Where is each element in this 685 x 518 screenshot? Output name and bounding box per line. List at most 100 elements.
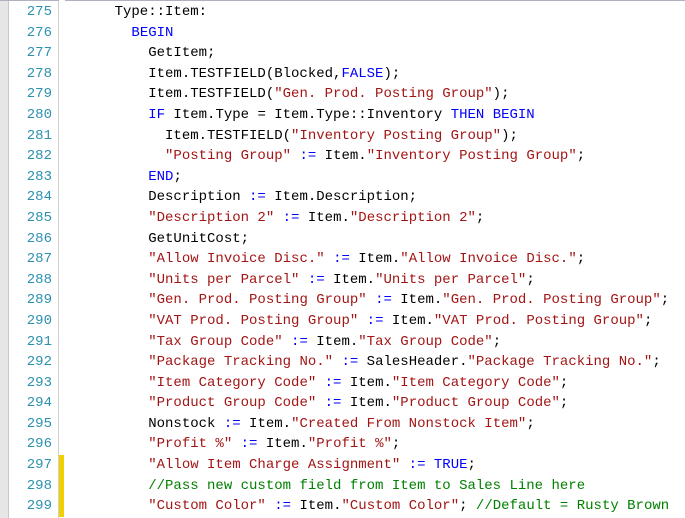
line-number[interactable]: 290 xyxy=(9,311,52,332)
code-line[interactable]: "Gen. Prod. Posting Group" := Item."Gen.… xyxy=(81,290,685,311)
line-number[interactable]: 288 xyxy=(9,270,52,291)
code-token: ; xyxy=(644,313,652,329)
line-number[interactable]: 282 xyxy=(9,146,52,167)
code-token: ; xyxy=(661,292,669,308)
code-line[interactable]: Nonstock := Item."Created From Nonstock … xyxy=(81,414,685,435)
code-token: FALSE xyxy=(341,66,383,82)
code-token xyxy=(283,334,291,350)
line-number[interactable]: 278 xyxy=(9,64,52,85)
line-number[interactable]: 284 xyxy=(9,187,52,208)
code-token: Item. xyxy=(341,375,391,391)
code-token: Item. xyxy=(291,498,341,514)
code-token: GetUnitCost; xyxy=(81,231,249,247)
code-line[interactable]: "VAT Prod. Posting Group" := Item."VAT P… xyxy=(81,311,685,332)
code-token: := xyxy=(241,436,258,452)
code-token: "Custom Color" xyxy=(341,498,459,514)
code-line[interactable]: "Tax Group Code" := Item."Tax Group Code… xyxy=(81,332,685,353)
code-token: ; xyxy=(392,436,400,452)
code-line[interactable]: Item.TESTFIELD("Inventory Posting Group"… xyxy=(81,126,685,147)
line-number[interactable]: 280 xyxy=(9,105,52,126)
code-token: Item. xyxy=(341,395,391,411)
line-number[interactable]: 293 xyxy=(9,373,52,394)
code-token: ; xyxy=(560,375,568,391)
code-line[interactable]: "Description 2" := Item."Description 2"; xyxy=(81,208,685,229)
code-line[interactable]: Type::Item: xyxy=(81,2,685,23)
line-number[interactable]: 287 xyxy=(9,249,52,270)
code-token xyxy=(81,272,148,288)
code-token xyxy=(81,169,148,185)
line-number[interactable]: 299 xyxy=(9,496,52,517)
code-line[interactable]: IF Item.Type = Item.Type::Inventory THEN… xyxy=(81,105,685,126)
code-token xyxy=(81,292,148,308)
code-token: //Pass new custom field from Item to Sal… xyxy=(148,478,585,494)
fold-column[interactable] xyxy=(65,0,79,518)
code-area[interactable]: Type::Item: BEGIN GetItem; Item.TESTFIEL… xyxy=(79,0,685,518)
line-number[interactable]: 292 xyxy=(9,352,52,373)
line-number[interactable]: 298 xyxy=(9,476,52,497)
line-number[interactable]: 283 xyxy=(9,167,52,188)
line-number[interactable]: 296 xyxy=(9,434,52,455)
line-number-gutter[interactable]: 2752762772782792802812822832842852862872… xyxy=(9,0,59,518)
code-line[interactable]: "Posting Group" := Item."Inventory Posti… xyxy=(81,146,685,167)
code-line[interactable]: GetUnitCost; xyxy=(81,229,685,250)
code-editor[interactable]: 2752762772782792802812822832842852862872… xyxy=(0,0,685,518)
code-token: Item. xyxy=(350,251,400,267)
code-token: := xyxy=(409,457,426,473)
line-number[interactable]: 295 xyxy=(9,414,52,435)
code-token: Item.Description; xyxy=(266,189,417,205)
code-token xyxy=(266,498,274,514)
line-number[interactable]: 281 xyxy=(9,126,52,147)
code-line[interactable]: "Custom Color" := Item."Custom Color"; /… xyxy=(81,496,685,517)
code-line[interactable]: "Profit %" := Item."Profit %"; xyxy=(81,434,685,455)
line-number[interactable]: 289 xyxy=(9,290,52,311)
code-line[interactable]: Description := Item.Description; xyxy=(81,187,685,208)
code-token xyxy=(81,354,148,370)
code-token: THEN BEGIN xyxy=(451,107,535,123)
line-number[interactable]: 275 xyxy=(9,2,52,23)
code-line[interactable]: Item.TESTFIELD(Blocked,FALSE); xyxy=(81,64,685,85)
code-token: "Units per Parcel" xyxy=(148,272,299,288)
code-token: END xyxy=(148,169,173,185)
code-line[interactable]: "Product Group Code" := Item."Product Gr… xyxy=(81,393,685,414)
code-token: := xyxy=(333,251,350,267)
line-number[interactable]: 286 xyxy=(9,229,52,250)
code-line[interactable]: GetItem; xyxy=(81,43,685,64)
code-token: Type::Item: xyxy=(81,4,207,20)
line-number[interactable]: 297 xyxy=(9,455,52,476)
code-token: ; xyxy=(468,457,476,473)
code-token: ; xyxy=(652,354,660,370)
code-token xyxy=(425,457,433,473)
line-number[interactable]: 279 xyxy=(9,84,52,105)
change-mark xyxy=(59,496,64,517)
editor-left-margin xyxy=(0,0,9,518)
code-line[interactable]: "Allow Item Charge Assignment" := TRUE; xyxy=(81,455,685,476)
code-token xyxy=(81,148,165,164)
code-token: Item. xyxy=(257,436,307,452)
line-number[interactable]: 291 xyxy=(9,332,52,353)
code-token: ; xyxy=(476,210,484,226)
code-token: TRUE xyxy=(434,457,468,473)
code-line[interactable]: "Units per Parcel" := Item."Units per Pa… xyxy=(81,270,685,291)
code-line[interactable]: END; xyxy=(81,167,685,188)
code-token: Item.TESTFIELD( xyxy=(81,128,291,144)
line-number[interactable]: 294 xyxy=(9,393,52,414)
code-token: ); xyxy=(501,128,518,144)
line-number[interactable]: 277 xyxy=(9,43,52,64)
line-number[interactable]: 276 xyxy=(9,23,52,44)
code-line[interactable]: BEGIN xyxy=(81,23,685,44)
code-token: ; xyxy=(577,148,585,164)
code-line[interactable]: "Package Tracking No." := SalesHeader."P… xyxy=(81,352,685,373)
code-token xyxy=(81,478,148,494)
code-line[interactable]: Item.TESTFIELD("Gen. Prod. Posting Group… xyxy=(81,84,685,105)
code-token: := xyxy=(325,375,342,391)
code-token: "VAT Prod. Posting Group" xyxy=(434,313,644,329)
code-line[interactable]: //Pass new custom field from Item to Sal… xyxy=(81,476,685,497)
code-token: "Custom Color" xyxy=(148,498,266,514)
code-token: := xyxy=(249,189,266,205)
line-number[interactable]: 285 xyxy=(9,208,52,229)
code-line[interactable]: "Item Category Code" := Item."Item Categ… xyxy=(81,373,685,394)
code-token: ; xyxy=(577,251,585,267)
code-token: "Allow Invoice Disc." xyxy=(400,251,576,267)
code-line[interactable]: "Allow Invoice Disc." := Item."Allow Inv… xyxy=(81,249,685,270)
code-token: "Gen. Prod. Posting Group" xyxy=(148,292,366,308)
